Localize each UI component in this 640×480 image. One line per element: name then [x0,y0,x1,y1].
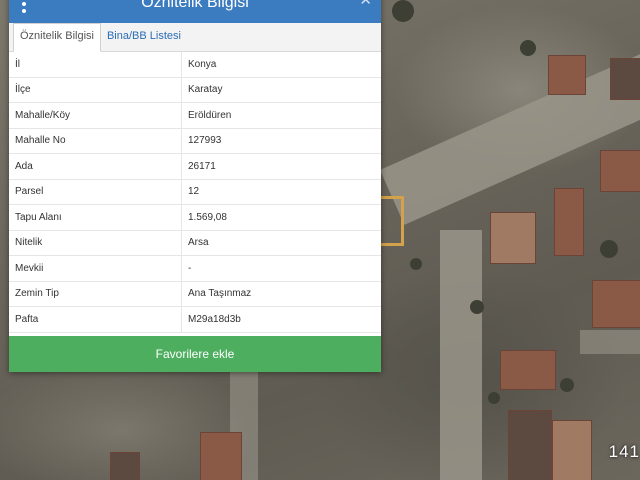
map-road [580,330,640,354]
row-value: - [181,255,381,282]
row-key: Zemin Tip [9,281,182,307]
map-building [552,420,592,480]
close-icon[interactable]: ✕ [359,0,372,10]
table-row: İl Konya [9,52,381,78]
panel-tabs: Öznitelik Bilgisi Bina/BB Listesi [9,23,381,52]
map-road [440,230,482,480]
row-value: Karatay [181,77,381,103]
map-building [548,55,586,95]
row-key: İl [9,52,182,78]
row-value: M29a18d3b [181,306,381,333]
table-row: Mevkii - [9,255,381,282]
row-key: Tapu Alanı [9,204,182,231]
parcel-outline[interactable] [381,196,404,246]
map-building [610,58,640,100]
add-to-favorites-button[interactable]: Favorilere ekle [9,336,381,372]
table-row: Ada 26171 [9,153,381,180]
table-row: Nitelik Arsa [9,230,381,256]
row-value: 12 [181,179,381,205]
map-building [490,212,536,264]
table-row: İlçe Karatay [9,77,381,103]
map-tree [600,240,618,258]
row-value: 26171 [181,153,381,180]
map-tree [410,258,422,270]
row-value: 127993 [181,128,381,154]
row-value: Arsa [181,230,381,256]
table-row: Zemin Tip Ana Taşınmaz [9,281,381,307]
map-tree [520,40,536,56]
row-value: Ana Taşınmaz [181,281,381,307]
table-row: Parsel 12 [9,179,381,205]
map-building [508,410,552,480]
tab-oznitelik-bilgisi[interactable]: Öznitelik Bilgisi [13,23,101,52]
table-row: Mahalle/Köy Eröldüren [9,102,381,129]
row-value: 1.569,08 [181,204,381,231]
row-key: Ada [9,153,182,180]
row-key: Mahalle No [9,128,182,154]
row-key: Mevkii [9,255,182,282]
attribute-panel: Öznitelik Bilgisi ✕ Öznitelik Bilgisi Bi… [9,0,381,372]
row-key: Mahalle/Köy [9,102,182,129]
row-key: Pafta [9,306,182,333]
map-tree [470,300,484,314]
row-key: Nitelik [9,230,182,256]
map-building [200,432,242,480]
row-value: Konya [181,52,381,78]
table-row: Pafta M29a18d3b [9,306,381,333]
attribute-table: İl Konya İlçe Karatay Mahalle/Köy Eröldüren… [9,52,381,333]
map-tree [560,378,574,392]
map-building [500,350,556,390]
row-value: Eröldüren [181,102,381,129]
map-tree [392,0,414,22]
map-tree [488,392,500,404]
tab-bina-bb-listesi[interactable]: Bina/BB Listesi [101,24,187,51]
row-key: İlçe [9,77,182,103]
map-building [110,452,140,480]
map-corner-label: 141 [608,442,640,461]
map-road [380,47,640,225]
panel-title: Öznitelik Bilgisi [141,0,249,11]
map-building [600,150,640,192]
row-key: Parsel [9,179,182,205]
table-row: Tapu Alanı 1.569,08 [9,204,381,231]
map-building [592,280,640,328]
panel-header: Öznitelik Bilgisi ✕ [9,0,381,23]
map-building [554,188,584,256]
table-row: Mahalle No 127993 [9,128,381,154]
